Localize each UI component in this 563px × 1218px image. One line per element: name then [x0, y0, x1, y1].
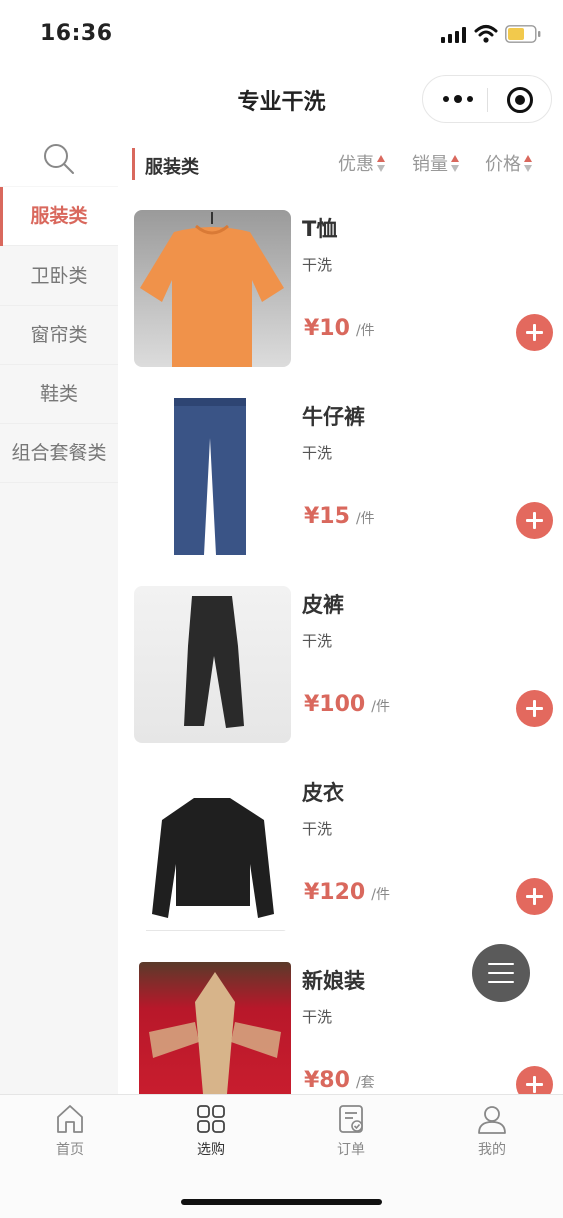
- sort-arrows-icon: [451, 154, 459, 172]
- product-name: 皮裤: [302, 593, 344, 617]
- status-time: 16:36: [40, 21, 113, 46]
- add-to-cart-button[interactable]: [516, 502, 553, 539]
- home-indicator: [181, 1199, 382, 1205]
- price-value: ¥120: [304, 880, 366, 905]
- product-card[interactable]: 牛仔裤 干洗 ¥15/件: [132, 398, 556, 558]
- price-value: ¥15: [304, 504, 350, 529]
- price-unit: /件: [355, 511, 375, 527]
- price-value: ¥10: [304, 316, 350, 341]
- grid-icon: [197, 1105, 225, 1133]
- product-service: 干洗: [302, 444, 333, 462]
- close-target-icon[interactable]: [507, 87, 533, 113]
- order-icon: [339, 1105, 363, 1133]
- floating-menu-button[interactable]: [472, 944, 530, 1002]
- add-to-cart-button[interactable]: [516, 690, 553, 727]
- tab-label: 选购: [197, 1142, 225, 1158]
- price-unit: /件: [355, 323, 375, 339]
- sort-arrows-icon: [524, 154, 532, 172]
- tab-shop[interactable]: 选购: [161, 1103, 261, 1167]
- product-price: ¥80/套: [304, 1068, 375, 1093]
- product-image-leather-pants: [134, 586, 291, 743]
- product-price: ¥120/件: [304, 880, 390, 905]
- price-value: ¥80: [304, 1068, 350, 1093]
- add-to-cart-button[interactable]: [516, 878, 553, 915]
- category-sidebar: 服装类 卫卧类 窗帘类 鞋类 组合套餐类: [0, 134, 118, 1094]
- nav-bar: 专业干洗: [0, 64, 563, 134]
- sort-price-label: 价格: [485, 154, 521, 175]
- product-price: ¥15/件: [304, 504, 375, 529]
- tab-label: 首页: [56, 1142, 84, 1158]
- product-service: 干洗: [302, 256, 333, 274]
- sort-price[interactable]: 价格: [485, 150, 532, 176]
- sort-sales[interactable]: 销量: [412, 150, 459, 176]
- tab-orders[interactable]: 订单: [301, 1103, 401, 1167]
- category-accent-bar: [132, 148, 135, 180]
- sidebar-item-bedding[interactable]: 卫卧类: [0, 247, 118, 306]
- price-unit: /件: [371, 887, 390, 903]
- product-service: 干洗: [302, 820, 333, 838]
- product-name: 皮衣: [302, 781, 344, 805]
- tab-profile[interactable]: 我的: [442, 1103, 542, 1167]
- mini-program-capsule: [422, 75, 552, 123]
- sidebar-item-shoes[interactable]: 鞋类: [0, 365, 118, 424]
- product-name: T恤: [302, 217, 338, 241]
- battery-icon: [505, 25, 541, 43]
- product-price: ¥10/件: [304, 316, 375, 341]
- product-card[interactable]: 皮裤 干洗 ¥100/件: [132, 586, 556, 746]
- more-icon[interactable]: [443, 87, 473, 111]
- price-value: ¥100: [304, 692, 366, 717]
- product-image-bridal-wear: [139, 962, 291, 1094]
- product-service: 干洗: [302, 1008, 333, 1026]
- sidebar-item-curtains[interactable]: 窗帘类: [0, 306, 118, 365]
- search-icon: [44, 144, 74, 174]
- price-unit: /件: [371, 699, 390, 715]
- home-icon: [57, 1105, 83, 1133]
- sidebar-search-button[interactable]: [0, 134, 118, 186]
- price-unit: /套: [355, 1075, 375, 1091]
- product-name: 牛仔裤: [302, 405, 365, 429]
- sort-arrows-icon: [377, 154, 385, 172]
- product-image-jeans: [134, 398, 291, 555]
- status-bar: 16:36: [0, 0, 563, 64]
- sidebar-item-combo[interactable]: 组合套餐类: [0, 424, 118, 483]
- product-image-tshirt: [134, 210, 291, 367]
- product-price: ¥100/件: [304, 692, 390, 717]
- sidebar-item-clothing[interactable]: 服装类: [0, 187, 118, 246]
- tab-label: 我的: [478, 1142, 506, 1158]
- product-service: 干洗: [302, 632, 333, 650]
- product-card[interactable]: T恤 干洗 ¥10/件: [132, 210, 556, 370]
- tab-label: 订单: [337, 1142, 365, 1158]
- category-header: 服装类 优惠 销量 价格: [132, 146, 552, 182]
- add-to-cart-button[interactable]: [516, 314, 553, 351]
- tab-home[interactable]: 首页: [20, 1103, 120, 1167]
- sort-discount-label: 优惠: [338, 154, 374, 175]
- category-title: 服装类: [145, 157, 199, 178]
- product-image-leather-jacket: [134, 774, 291, 931]
- user-icon: [478, 1106, 506, 1134]
- sort-sales-label: 销量: [412, 154, 448, 175]
- wifi-icon: [474, 25, 498, 43]
- sort-discount[interactable]: 优惠: [338, 150, 385, 176]
- product-card[interactable]: 皮衣 干洗 ¥120/件: [132, 774, 556, 934]
- signal-icon: [441, 27, 467, 43]
- capsule-divider: [487, 88, 488, 112]
- product-name: 新娘装: [302, 969, 365, 993]
